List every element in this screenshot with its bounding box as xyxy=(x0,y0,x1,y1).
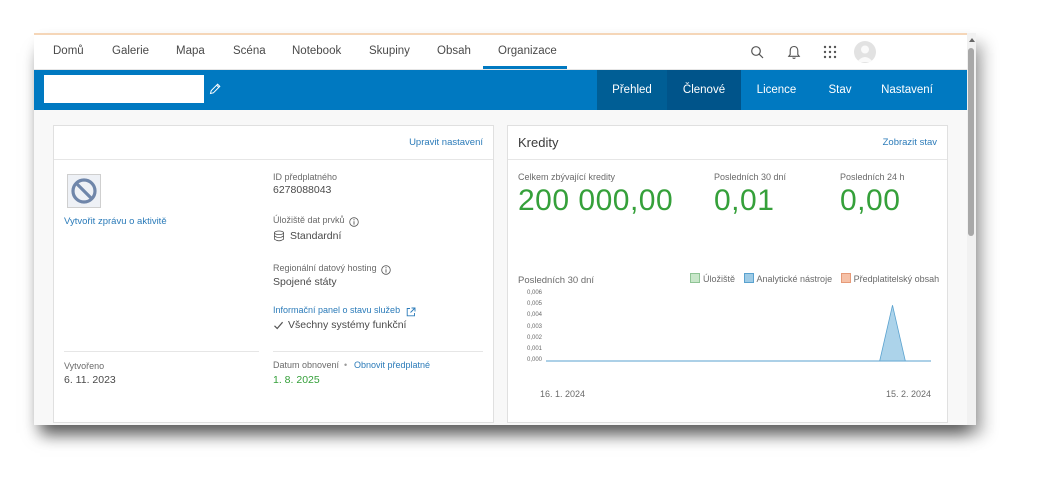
bell-icon[interactable] xyxy=(785,43,803,61)
last-30-days-value: 0,01 xyxy=(714,184,775,217)
nav-home[interactable]: Domů xyxy=(53,45,84,57)
card-header-divider xyxy=(54,159,493,160)
nav-notebook[interactable]: Notebook xyxy=(292,45,341,57)
section-divider-right xyxy=(273,351,483,352)
legend-label-storage: Úložiště xyxy=(703,274,736,284)
legend-item-storage[interactable]: Úložiště xyxy=(690,273,736,284)
legend-swatch-analytics xyxy=(743,273,754,283)
renew-subscription-link[interactable]: Obnovit předplatné xyxy=(354,360,430,370)
nav-organization[interactable]: Organizace xyxy=(498,45,557,57)
x-tick-label: 16. 1. 2024 xyxy=(540,389,586,399)
series-area-1 xyxy=(546,305,931,362)
y-tick-label: 0,002 xyxy=(526,334,542,341)
view-status-link[interactable]: Zobrazit stav xyxy=(883,137,937,148)
tab-status[interactable]: Stav xyxy=(812,70,868,110)
y-tick-label: 0,006 xyxy=(526,290,542,296)
tab-overview[interactable]: Přehled xyxy=(597,70,667,110)
no-image-icon xyxy=(68,178,100,211)
tab-settings[interactable]: Nastavení xyxy=(868,70,946,110)
legend-label-premium-content: Předplatitelský obsah xyxy=(853,274,940,284)
top-navigation: Domů Galerie Mapa Scéna Notebook Skupiny… xyxy=(34,35,976,70)
legend-swatch-premium-content xyxy=(840,273,851,283)
chart-plot-area xyxy=(546,305,931,362)
renewal-date-value: 1. 8. 2025 xyxy=(273,374,320,386)
tab-licenses[interactable]: Licence xyxy=(741,70,812,110)
legend-swatch-storage xyxy=(690,273,700,283)
nav-scene[interactable]: Scéna xyxy=(233,45,266,57)
renewal-date-label: Datum obnovení xyxy=(273,360,340,370)
create-activity-report-link[interactable]: Vytvořit zprávu o aktivitě xyxy=(64,216,167,227)
created-label: Vytvořeno xyxy=(64,361,105,371)
total-credits-label: Celkem zbývající kredity xyxy=(518,172,616,182)
systems-status-text: Všechny systémy funkční xyxy=(288,319,407,331)
nav-gallery[interactable]: Galerie xyxy=(112,45,149,57)
y-tick-label: 0,000 xyxy=(526,357,542,363)
organization-name-box xyxy=(44,75,204,103)
nav-content[interactable]: Obsah xyxy=(437,45,471,57)
credits-title: Kredity xyxy=(518,135,559,150)
active-nav-indicator xyxy=(483,66,567,69)
last-30-days-label: Posledních 30 dní xyxy=(714,172,787,182)
info-icon[interactable] xyxy=(349,214,359,232)
legend-label-analytics: Analytické nástroje xyxy=(756,274,833,284)
credits-chart: 0,006 0,005 0,004 0,003 0,002 0,001 0,000 16. … xyxy=(516,289,941,399)
y-axis: 0,006 0,005 0,004 0,003 0,002 0,001 0,000 xyxy=(516,289,546,399)
legend-item-analytics[interactable]: Analytické nástroje xyxy=(743,273,833,284)
feature-storage-label: Úložiště dat prvků xyxy=(273,215,345,225)
scroll-up-arrow-icon[interactable] xyxy=(969,38,975,42)
app-window: Domů Galerie Mapa Scéna Notebook Skupiny… xyxy=(34,33,976,425)
regional-hosting-label: Regionální datový hosting xyxy=(273,263,377,273)
tab-members[interactable]: Členové xyxy=(667,70,741,110)
checkmark-icon xyxy=(273,318,284,336)
nav-groups[interactable]: Skupiny xyxy=(369,45,410,57)
y-tick-label: 0,001 xyxy=(526,345,542,352)
last-24-hours-label: Posledních 24 h xyxy=(840,172,905,182)
nav-map[interactable]: Mapa xyxy=(176,45,205,57)
service-health-dashboard-link[interactable]: Informační panel o stavu služeb xyxy=(273,305,400,315)
y-tick-label: 0,003 xyxy=(526,323,542,330)
feature-storage-value: Standardní xyxy=(290,230,342,242)
organization-header-bar: Přehled Členové Licence Stav Nastavení xyxy=(34,70,967,110)
section-divider-left xyxy=(64,351,259,352)
search-icon[interactable] xyxy=(748,43,766,61)
separator-dot: • xyxy=(344,360,348,370)
edit-settings-link[interactable]: Upravit nastavení xyxy=(409,137,483,148)
y-tick-label: 0,005 xyxy=(526,301,542,308)
info-icon[interactable] xyxy=(381,262,391,280)
credits-card: Kredity Zobrazit stav Celkem zbývající k… xyxy=(507,125,948,423)
last-24-hours-value: 0,00 xyxy=(840,184,901,217)
organization-logo-placeholder xyxy=(67,174,101,208)
regional-hosting-value: Spojené státy xyxy=(273,276,337,288)
created-date: 6. 11. 2023 xyxy=(64,374,116,386)
overview-card: Upravit nastavení Vytvořit zprávu o akti… xyxy=(53,125,494,423)
pencil-icon[interactable] xyxy=(208,82,222,96)
subscription-id-label: ID předplatného xyxy=(273,172,338,182)
database-icon xyxy=(273,229,285,247)
subscription-id-value: 6278088043 xyxy=(273,184,332,196)
external-link-icon[interactable] xyxy=(406,304,416,322)
legend-item-premium-content[interactable]: Předplatitelský obsah xyxy=(840,273,940,284)
x-tick-label: 15. 2. 2024 xyxy=(886,389,932,399)
chart-heading: Posledních 30 dní xyxy=(518,275,595,286)
scrollbar-thumb[interactable] xyxy=(968,48,974,236)
app-launcher-icon[interactable] xyxy=(821,43,839,61)
chart-legend: Úložiště Analytické nástroje Předplatite… xyxy=(690,273,939,284)
y-tick-label: 0,004 xyxy=(526,312,542,319)
user-avatar[interactable] xyxy=(854,41,876,63)
card-header-divider xyxy=(508,159,947,160)
total-credits-value: 200 000,00 xyxy=(518,184,674,217)
